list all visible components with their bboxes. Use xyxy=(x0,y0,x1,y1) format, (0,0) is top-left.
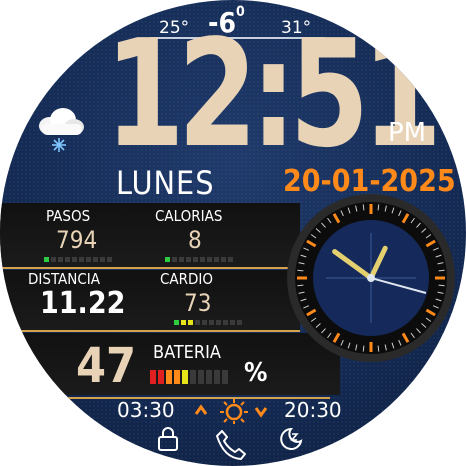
sleep-moon-icon[interactable] xyxy=(278,426,304,452)
level-segment xyxy=(221,257,226,262)
battery-unit: % xyxy=(244,358,268,388)
level-segment xyxy=(86,257,91,262)
level-segment xyxy=(79,257,84,262)
level-segment xyxy=(165,257,170,262)
ampm-indicator: PM xyxy=(388,118,427,148)
level-segment xyxy=(150,370,156,384)
level-segment xyxy=(158,370,164,384)
level-segment xyxy=(93,257,98,262)
level-segment xyxy=(207,257,212,262)
divider xyxy=(0,267,300,269)
phone-icon[interactable] xyxy=(214,428,248,462)
level-segment xyxy=(100,257,105,262)
level-segment xyxy=(200,257,205,262)
analog-clock xyxy=(287,194,455,362)
level-segment xyxy=(174,370,180,384)
steps-bar xyxy=(44,257,112,262)
minute-tick xyxy=(362,204,365,211)
level-segment xyxy=(179,257,184,262)
minute-tick xyxy=(438,269,445,272)
level-segment xyxy=(214,370,220,384)
minute-tick xyxy=(362,345,365,352)
level-segment xyxy=(172,257,177,262)
level-segment xyxy=(107,257,112,262)
level-segment xyxy=(181,320,186,325)
level-segment xyxy=(222,370,228,384)
battery-label: BATERIA xyxy=(153,342,222,363)
minute-tick xyxy=(377,345,380,352)
level-segment xyxy=(44,257,49,262)
distance-value: 11.22 xyxy=(40,286,126,321)
minute-tick xyxy=(377,204,380,211)
level-segment xyxy=(237,320,242,325)
level-segment xyxy=(223,320,228,325)
sunrise-time: 03:30 xyxy=(117,398,175,422)
level-segment xyxy=(166,370,172,384)
cardio-label: CARDIO xyxy=(160,270,214,288)
level-segment xyxy=(193,257,198,262)
divider xyxy=(0,330,300,332)
level-segment xyxy=(174,320,179,325)
battery-bar xyxy=(150,370,228,384)
level-segment xyxy=(230,320,235,325)
calories-bar xyxy=(165,257,233,262)
level-segment xyxy=(188,320,193,325)
cardio-value: 73 xyxy=(184,289,212,317)
level-segment xyxy=(198,370,204,384)
watch-face: 25° -60 31° 12:51 PM LUNES 20-01-2025 PA… xyxy=(0,0,466,466)
sun-icon xyxy=(194,399,268,424)
level-segment xyxy=(214,257,219,262)
level-segment xyxy=(202,320,207,325)
battery-value: 47 xyxy=(76,338,137,394)
level-segment xyxy=(182,370,188,384)
steps-value: 794 xyxy=(56,226,98,254)
minute-tick xyxy=(297,284,304,287)
steps-label: PASOS xyxy=(46,207,91,225)
lock-icon[interactable] xyxy=(156,426,180,452)
minute-tick xyxy=(438,284,445,287)
weekday: LUNES xyxy=(116,164,215,202)
level-segment xyxy=(190,370,196,384)
level-segment xyxy=(65,257,70,262)
minute-tick xyxy=(297,269,304,272)
sunset-time: 20:30 xyxy=(284,398,342,422)
calories-value: 8 xyxy=(188,226,202,254)
snow-cloud-icon xyxy=(39,108,84,152)
level-segment xyxy=(228,257,233,262)
level-segment xyxy=(72,257,77,262)
level-segment xyxy=(186,257,191,262)
digital-time: 12:51 xyxy=(105,8,442,180)
level-segment xyxy=(216,320,221,325)
level-segment xyxy=(195,320,200,325)
calories-label: CALORIAS xyxy=(155,207,223,225)
level-segment xyxy=(209,320,214,325)
level-segment xyxy=(51,257,56,262)
level-segment xyxy=(206,370,212,384)
level-segment xyxy=(58,257,63,262)
cardio-bar xyxy=(174,320,242,325)
